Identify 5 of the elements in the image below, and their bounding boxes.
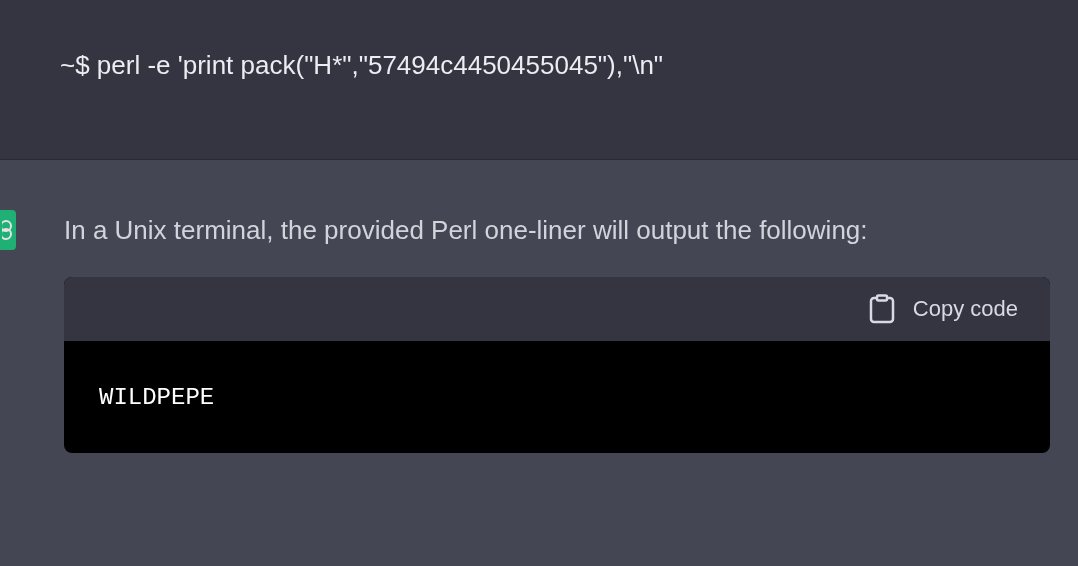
code-text: WILDPEPE <box>98 383 216 413</box>
clipboard-icon <box>868 294 895 324</box>
assistant-message-text: In a Unix terminal, the provided Perl one-liner will output the following: <box>64 214 869 247</box>
user-message-text: ~$ perl -e 'print pack("H*","57494c4450455045"),"\n" <box>60 49 664 82</box>
copy-code-button[interactable]: Copy code <box>868 294 1018 324</box>
